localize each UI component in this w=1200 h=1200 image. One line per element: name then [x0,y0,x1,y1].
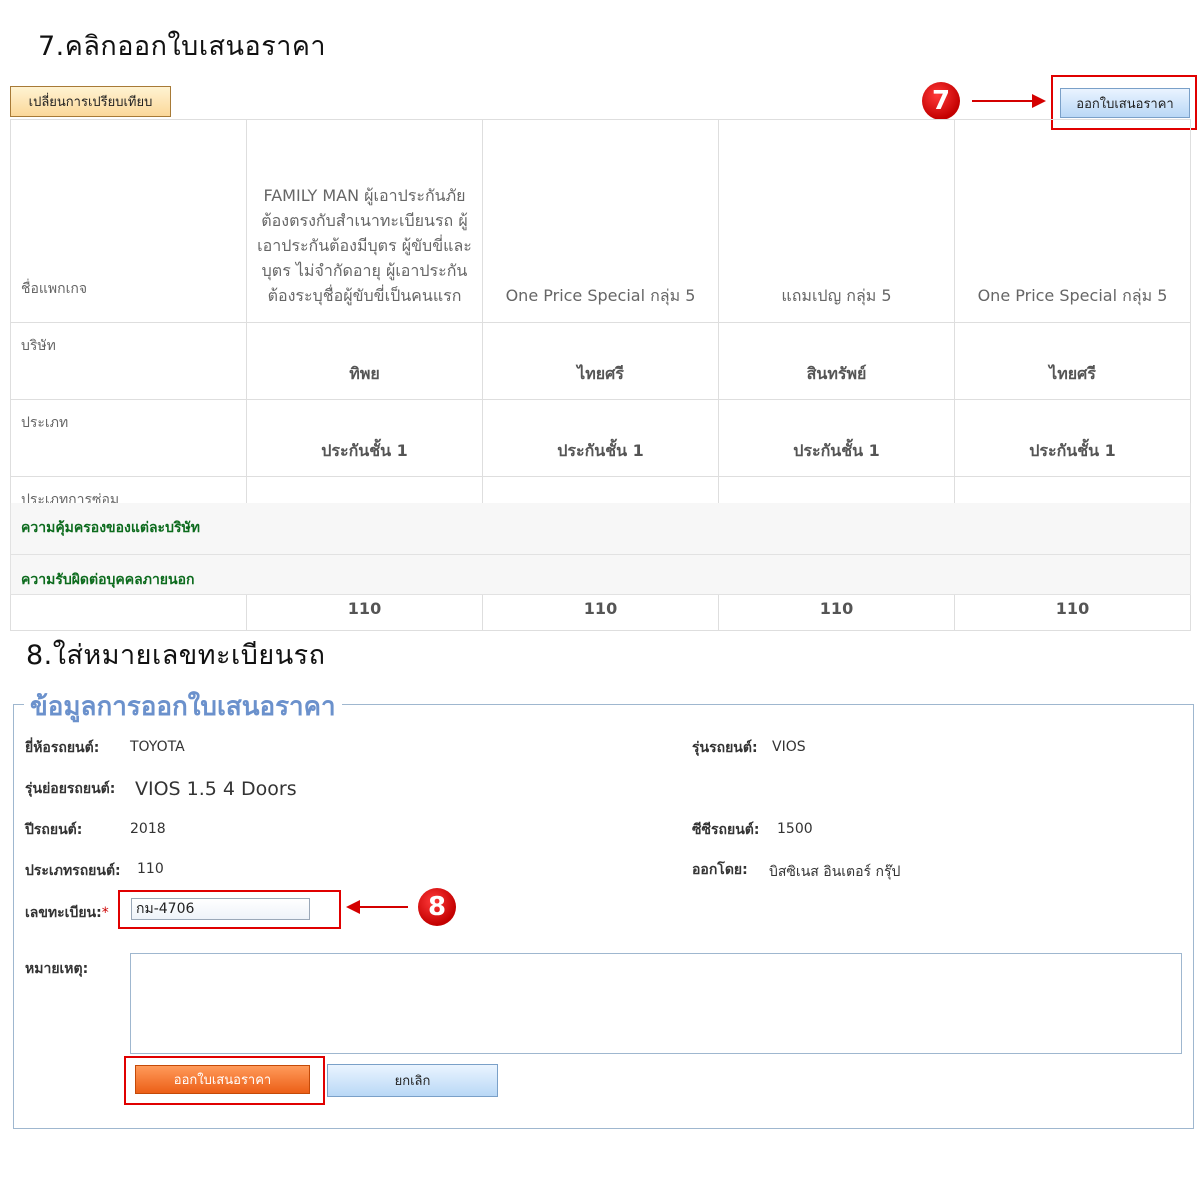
insurance-type-cell: ประกันชั้น 1 [482,399,719,477]
third-party-section-header[interactable]: ความรับผิดต่อบุคคลภายนอก [10,555,1191,595]
issuer-label: ออกโดย: [692,862,748,878]
row-label: บริษัท [10,322,247,400]
company-cell: ไทยศรี [482,322,719,400]
issuer-value: บิสซิเนส อินเตอร์ กรุ๊ป [769,864,901,880]
brand-label: ยี่ห้อรถยนต์: [25,740,100,756]
coverage-section-header[interactable]: ความคุ้มครองของแต่ละบริษัท [10,503,1191,555]
model-value: VIOS [772,739,806,755]
cc-value: 1500 [777,821,813,837]
insurance-type-cell: ประกันชั้น 1 [718,399,955,477]
brand-value: TOYOTA [130,739,185,755]
insurance-type-cell: ประกันชั้น 1 [954,399,1191,477]
step-7-title: 7.คลิกออกใบเสนอราคา [38,31,327,62]
package-row: ชื่อแพกเกจ FAMILY MAN ผู้เอาประกันภัยต้อ… [10,119,1191,323]
year-label: ปีรถยนต์: [25,822,83,838]
step-8-title: 8.ใส่หมายเลขทะเบียนรถ [26,640,326,671]
plate-number-input[interactable]: กม-4706 [131,898,310,920]
issue-quote-button-top[interactable]: ออกใบเสนอราคา [1060,88,1190,118]
submodel-label: รุ่นย่อยรถยนต์: [25,781,116,797]
package-name: แถมเปญ กลุ่ม 5 [718,119,955,323]
insurance-type-cell: ประกันชั้น 1 [246,399,483,477]
arrow-to-plate-input [346,900,408,914]
year-value: 2018 [130,821,166,837]
company-cell: ไทยศรี [954,322,1191,400]
cc-label: ซีซีรถยนต์: [692,822,760,838]
package-name: One Price Special กลุ่ม 5 [954,119,1191,323]
plate-label: เลขทะเบียน:* [25,902,109,924]
change-comparison-button[interactable]: เปลี่ยนการเปรียบเทียบ [10,86,171,117]
issue-quote-submit-button[interactable]: ออกใบเสนอราคา [135,1065,310,1094]
company-cell: ทิพย [246,322,483,400]
arrow-to-quote-button [972,94,1046,108]
car-type-label: ประเภทรถยนต์: [25,863,121,879]
note-textarea[interactable] [130,953,1182,1054]
plate-label-text: เลขทะเบียน: [25,905,102,921]
company-cell: สินทรัพย์ [718,322,955,400]
model-label: รุ่นรถยนต์: [692,740,758,756]
note-label: หมายเหตุ: [25,961,89,977]
company-row: บริษัท ทิพย ไทยศรี สินทรัพย์ ไทยศรี [10,322,1191,400]
insurance-type-row: ประเภท ประกันชั้น 1 ประกันชั้น 1 ประกันช… [10,399,1191,477]
car-type-value: 110 [137,861,164,877]
package-label: ชื่อแพกเกจ [10,119,247,323]
required-marker: * [101,905,109,921]
package-name: FAMILY MAN ผู้เอาประกันภัยต้องตรงกับสำเน… [246,119,483,323]
submodel-value: VIOS 1.5 4 Doors [135,778,297,800]
row-label: ประเภท [10,399,247,477]
cancel-button[interactable]: ยกเลิก [327,1064,498,1097]
step-7-badge: 7 [922,82,960,120]
step-8-badge: 8 [418,888,456,926]
package-name: One Price Special กลุ่ม 5 [482,119,719,323]
quote-form-legend: ข้อมูลการออกใบเสนอราคา [24,686,342,727]
